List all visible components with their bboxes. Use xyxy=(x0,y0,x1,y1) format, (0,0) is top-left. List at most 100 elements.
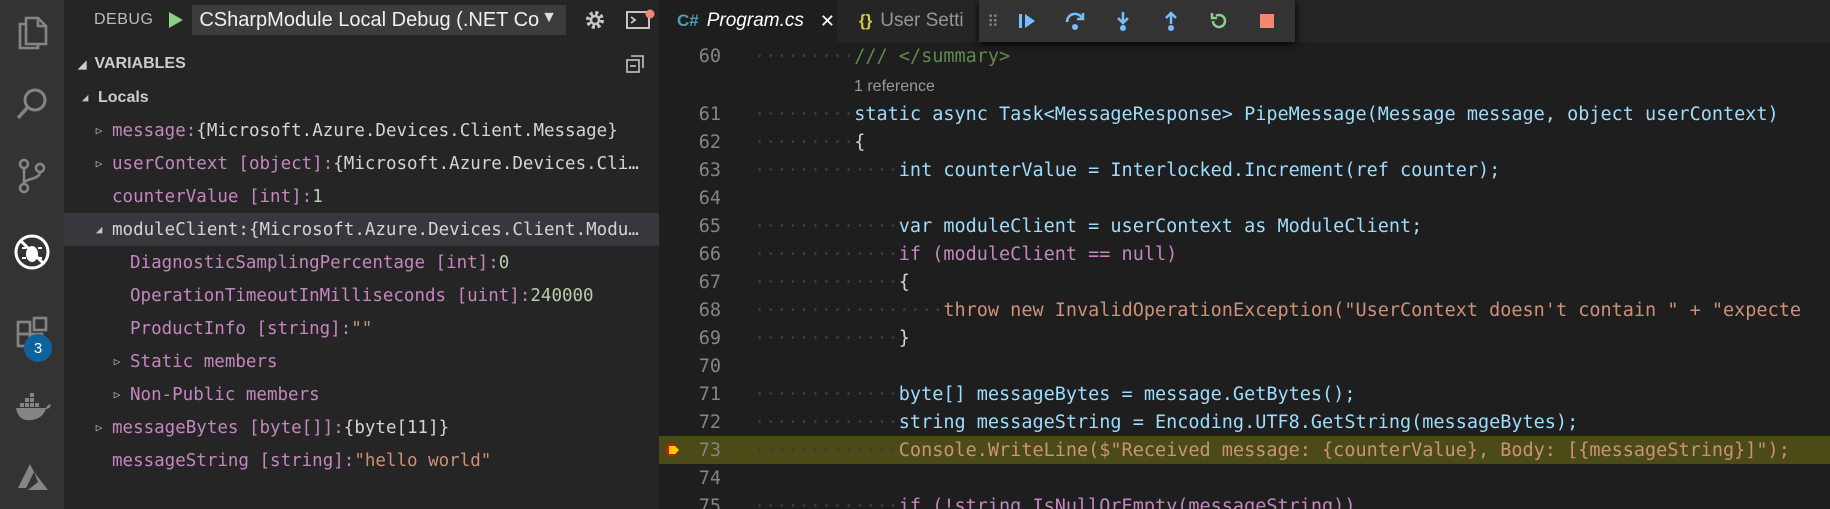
variable-name: counterValue [int]: xyxy=(112,186,313,207)
csharp-file-icon: C# xyxy=(677,11,699,30)
continue-button[interactable] xyxy=(1003,0,1051,42)
tab-label: User Setti xyxy=(880,10,964,31)
code-text: ·········{ xyxy=(754,131,866,153)
step-over-button[interactable] xyxy=(1051,0,1099,42)
variable-name: message: xyxy=(112,120,197,141)
variable-row[interactable]: ▷ userContext [object]: {Microsoft.Azure… xyxy=(64,147,659,180)
variables-title: VARIABLES xyxy=(94,55,186,72)
variable-value: {Microsoft.Azure.Devices.Client.Modu… xyxy=(248,219,639,240)
variable-row[interactable]: ▷ Static members xyxy=(64,345,659,378)
activity-bar: 3 xyxy=(0,0,64,509)
code-line-61: static async Task<MessageResponse> PipeM… xyxy=(854,103,1779,125)
source-control-icon[interactable] xyxy=(0,144,64,208)
debug-icon[interactable] xyxy=(0,220,64,284)
code-text: ·················throw new InvalidOperat… xyxy=(754,299,1801,321)
variable-row-selected[interactable]: ◢ moduleClient: {Microsoft.Azure.Devices… xyxy=(64,213,659,246)
code-text: ·············} xyxy=(754,327,910,349)
code-text: ·············var moduleClient = userCont… xyxy=(754,215,1423,237)
restart-icon xyxy=(1210,13,1227,29)
line-number: 68 xyxy=(698,299,721,321)
line-number: 72 xyxy=(698,411,721,433)
variable-value: {Microsoft.Azure.Devices.Cli… xyxy=(333,153,639,174)
line-number: 65 xyxy=(698,215,721,237)
debug-float-toolbar: ⠿ xyxy=(979,0,1295,42)
start-debugging-button[interactable] xyxy=(161,6,188,34)
variable-name: messageString [string]: xyxy=(112,450,355,471)
restart-button[interactable] xyxy=(1195,0,1243,42)
play-icon xyxy=(168,12,183,28)
debug-sidebar: DEBUG CSharpModule Local Debug (.NET Co … xyxy=(64,0,659,509)
variable-name: moduleClient: xyxy=(112,219,249,240)
line-number: 73 xyxy=(698,439,721,461)
line-number: 67 xyxy=(698,271,721,293)
variable-row[interactable]: DiagnosticSamplingPercentage [int]: 0 xyxy=(64,246,659,279)
collapsed-arrow-icon: ▷ xyxy=(95,421,103,434)
docker-icon[interactable] xyxy=(0,376,64,440)
code-line: 67 ·············{ xyxy=(659,268,1830,296)
debug-toolbar: DEBUG CSharpModule Local Debug (.NET Co … xyxy=(64,0,659,40)
variable-value: "" xyxy=(351,318,373,339)
expanded-arrow-icon: ◢ xyxy=(81,91,89,104)
variable-row[interactable]: ▷ messageBytes [byte[]]: {byte[11]} xyxy=(64,411,659,444)
variable-row[interactable]: ProductInfo [string]: "" xyxy=(64,312,659,345)
variable-row[interactable]: counterValue [int]: 1 xyxy=(64,180,659,213)
debug-console-icon[interactable] xyxy=(621,0,659,40)
step-into-button[interactable] xyxy=(1099,0,1147,42)
step-out-button[interactable] xyxy=(1147,0,1195,42)
close-icon[interactable]: ✕ xyxy=(820,11,835,32)
azure-icon[interactable] xyxy=(0,446,64,509)
current-execution-line: 73 ·············Console.WriteLine($"Rece… xyxy=(659,436,1830,464)
editor: C# Program.cs ✕ {} User Setti 1 referenc… xyxy=(659,0,1830,509)
code-text: ·············byte[] messageBytes = messa… xyxy=(754,383,1356,405)
locals-scope[interactable]: ◢ Locals xyxy=(64,81,659,114)
code-text: ·············Console.WriteLine($"Receive… xyxy=(754,439,1790,461)
code-text: ·············{ xyxy=(754,271,910,293)
line-number: 61 xyxy=(698,103,721,125)
code-line: 61 ·········static async Task<MessageRes… xyxy=(659,100,1830,128)
stop-button[interactable] xyxy=(1243,0,1291,42)
line-number: 60 xyxy=(698,45,721,67)
variable-row[interactable]: ▷ Non-Public members xyxy=(64,378,659,411)
explorer-icon[interactable] xyxy=(0,0,64,64)
variables-section-header[interactable]: ◢ VARIABLES xyxy=(64,48,659,80)
variable-row[interactable]: OperationTimeoutInMilliseconds [uint]: 2… xyxy=(64,279,659,312)
code-text: ·············if (!string.IsNullOrEmpty(m… xyxy=(754,495,1356,509)
variable-name: messageBytes [byte[]]: xyxy=(112,417,344,438)
variable-value: "hello world" xyxy=(354,450,492,471)
variable-value: 1 xyxy=(312,186,323,207)
drag-handle-icon[interactable]: ⠿ xyxy=(987,12,1003,31)
gear-icon[interactable] xyxy=(576,0,614,40)
code-text: ·········/// </summary> xyxy=(754,45,1011,67)
tab-program-cs[interactable]: C# Program.cs ✕ xyxy=(659,0,837,42)
collapsed-arrow-icon: ▷ xyxy=(113,388,121,401)
variable-name: userContext [object]: xyxy=(112,153,334,174)
json-file-icon: {} xyxy=(859,11,873,30)
collapse-arrow-icon: ◢ xyxy=(78,58,87,71)
code-line: 74 xyxy=(659,464,1830,492)
tab-label: Program.cs xyxy=(706,10,804,31)
code-line: 69 ·············} xyxy=(659,324,1830,352)
collapse-all-icon[interactable] xyxy=(625,54,645,74)
stop-icon xyxy=(1260,14,1274,28)
search-icon[interactable] xyxy=(0,72,64,136)
step-over-icon xyxy=(1065,12,1085,30)
collapsed-arrow-icon: ▷ xyxy=(95,157,103,170)
variable-value: {Microsoft.Azure.Devices.Client.Message} xyxy=(196,120,618,141)
line-number: 75 xyxy=(698,495,721,509)
line-number: 63 xyxy=(698,159,721,181)
step-out-icon xyxy=(1165,11,1177,31)
locals-label: Locals xyxy=(98,88,149,106)
collapsed-arrow-icon: ▷ xyxy=(95,124,103,137)
tab-user-settings[interactable]: {} User Setti xyxy=(837,0,987,42)
line-number: 62 xyxy=(698,131,721,153)
codelens-references[interactable]: 1 reference xyxy=(854,78,935,96)
variable-row[interactable]: messageString [string]: "hello world" xyxy=(64,444,659,477)
code-line: 68 ·················throw new InvalidOpe… xyxy=(659,296,1830,324)
code-line: 75 ·············if (!string.IsNullOrEmpt… xyxy=(659,492,1830,509)
code-line: 63 ·············int counterValue = Inter… xyxy=(659,156,1830,184)
debug-config-select[interactable]: CSharpModule Local Debug (.NET Co ▼ xyxy=(192,5,567,35)
code-line: 60 ·········/// </summary> xyxy=(659,42,1830,70)
variable-name: DiagnosticSamplingPercentage [int]: xyxy=(130,252,499,273)
variable-row[interactable]: ▷ message: {Microsoft.Azure.Devices.Clie… xyxy=(64,114,659,147)
variable-value: 240000 xyxy=(530,285,594,306)
